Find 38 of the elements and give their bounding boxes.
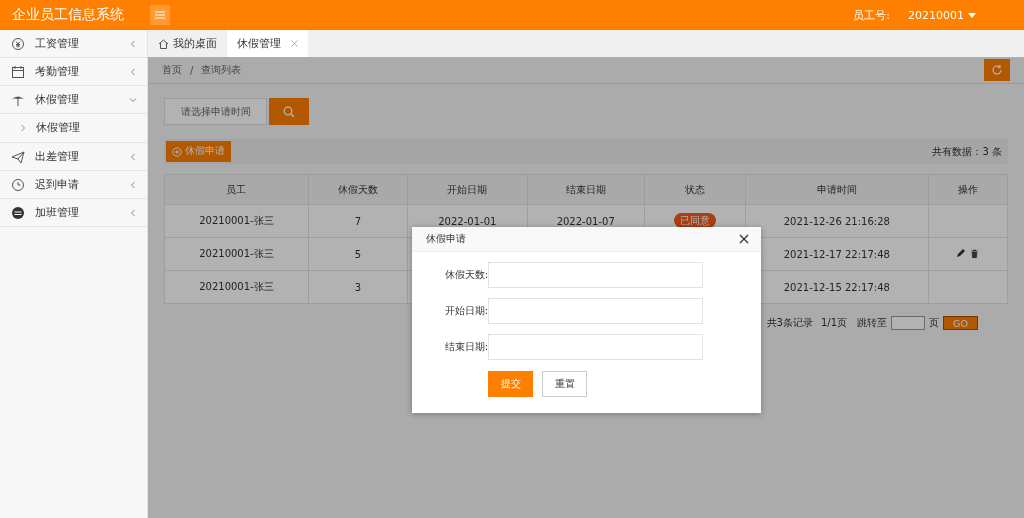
column-header: 员工 [164, 174, 309, 205]
page-unit: 页 [929, 316, 939, 330]
sidebar-item[interactable]: 加班管理 [0, 199, 147, 227]
table-cell: 7 [308, 204, 408, 238]
jump-label: 跳转至 [857, 316, 887, 330]
sidebar-item[interactable]: 休假管理 [0, 86, 147, 114]
field-label: 休假天数: [443, 268, 488, 282]
breadcrumb-item[interactable]: 查询列表 [201, 63, 242, 77]
column-header: 操作 [928, 174, 1008, 205]
page-indicator: 1/1页 [820, 316, 847, 330]
sidebar-item[interactable]: 工资管理 [0, 30, 147, 58]
column-header: 开始日期 [407, 174, 528, 205]
tab[interactable]: 休假管理 [227, 30, 308, 57]
reset-button[interactable]: 重置 [542, 371, 587, 397]
date-field[interactable]: 请选择申请时间 [164, 98, 267, 125]
app-title: 企业员工信息系统 [11, 6, 125, 24]
breadcrumb-separator: / [190, 64, 194, 76]
sidebar-item[interactable]: 迟到申请 [0, 171, 147, 199]
sidebar-item[interactable]: 考勤管理 [0, 58, 147, 86]
record-summary: 共3条记录 [766, 316, 813, 330]
status-badge: 已同意 [673, 212, 716, 228]
column-header: 申请时间 [745, 174, 929, 205]
column-header: 状态 [644, 174, 746, 205]
column-header: 休假天数 [308, 174, 408, 205]
column-header: 结束日期 [527, 174, 645, 205]
table-cell: 20210001-张三 [164, 204, 309, 238]
sidebar-subitem[interactable]: 休假管理 [0, 114, 147, 143]
table-cell: 20210001-张三 [164, 270, 309, 304]
table-cell: 5 [308, 237, 408, 271]
breadcrumb-item[interactable]: 首页 [162, 63, 182, 77]
field-label: 开始日期: [443, 304, 488, 318]
table-cell: 20210001-张三 [164, 237, 309, 271]
employee-id-label: 员工号: [853, 7, 890, 23]
field-label: 结束日期: [443, 340, 488, 354]
tab[interactable]: 我的桌面 [148, 30, 227, 57]
table-cell: 3 [308, 270, 408, 304]
sidebar-item[interactable]: 出差管理 [0, 143, 147, 171]
record-count: 共有数据：3 条 [932, 144, 1002, 159]
